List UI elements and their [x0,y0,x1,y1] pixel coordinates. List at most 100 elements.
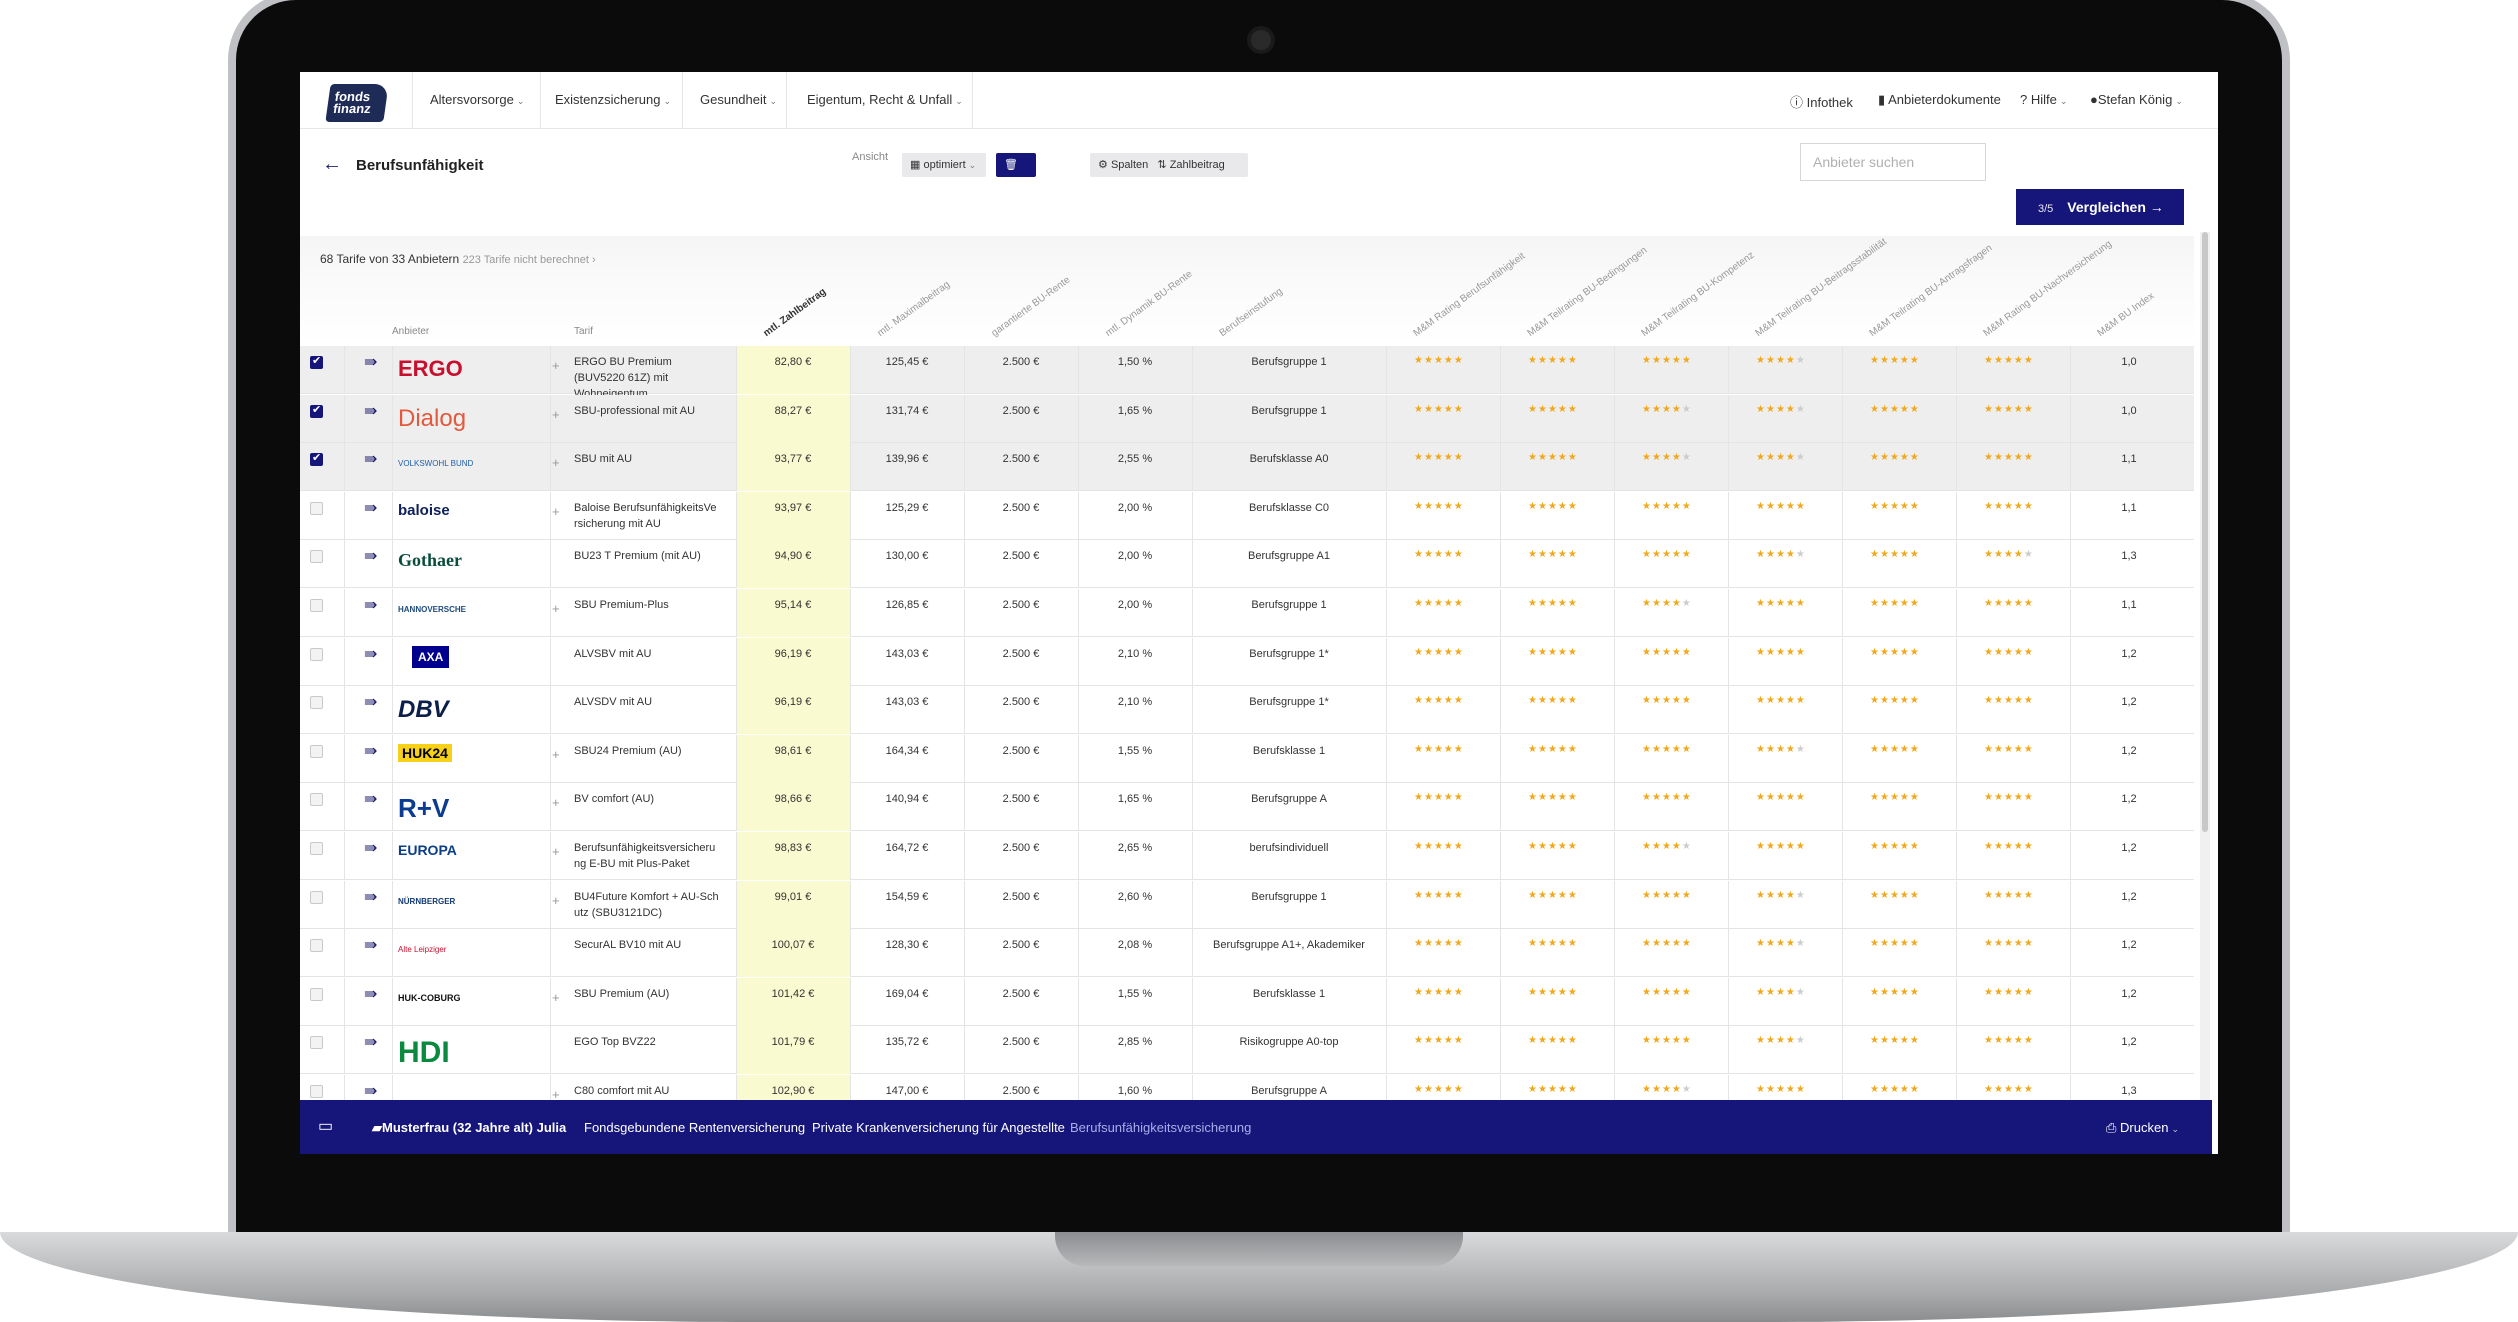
nav-gesundheit[interactable]: Gesundheit ⌄ [700,92,777,107]
table-row[interactable]: ⇛ AXA ALVSBV mit AU 96,19 € 143,03 € 2.500 € 2… [300,637,2194,686]
tarif-name[interactable]: Berufsunfähigkeitsversicheru ng E-BU mit… [574,840,724,872]
table-row[interactable]: ⇛ NÜRNBERGER + BU4Future Komfort + AU-Sch u… [300,880,2194,929]
nav-altersvorsorge[interactable]: Altersvorsorge ⌄ [430,92,524,107]
tarif-name[interactable]: SBU mit AU [574,451,724,467]
details-arrow-icon[interactable]: ⇛ [364,401,377,421]
tarif-name[interactable]: Baloise BerufsunfähigkeitsVe rsicherung … [574,500,724,532]
row-checkbox[interactable] [310,1085,323,1098]
table-row[interactable]: ⇛ Gothaer BU23 T Premium (mit AU) 94,90 € 13… [300,540,2194,589]
column-mm-bedingungen[interactable]: M&M Teilrating BU-Bedingungen [1526,245,1650,339]
nav-existenzsicherung[interactable]: Existenzsicherung ⌄ [555,92,671,107]
details-arrow-icon[interactable]: ⇛ [364,498,377,518]
column-tarif[interactable]: Tarif [574,326,593,337]
table-row[interactable]: ⇛ VOLKSWOHL BUND + SBU mit AU 93,77 € 139,96 … [300,443,2194,492]
compare-button[interactable]: 3/5 Vergleichen → [2016,189,2184,225]
column-berufseinstufung[interactable]: Berufseinstufung [1218,286,1285,339]
expand-plus-icon[interactable]: + [552,358,560,373]
briefcase-icon[interactable]: ▭ [318,1116,333,1136]
expand-plus-icon[interactable]: + [552,893,560,908]
infothek-link[interactable]: ⓘ Infothek [1790,92,1853,111]
row-checkbox[interactable] [310,501,323,515]
details-arrow-icon[interactable]: ⇛ [364,644,377,664]
table-row[interactable]: ⇛ baloise + Baloise BerufsunfähigkeitsVe rs… [300,491,2194,540]
anbieterdokumente-link[interactable]: ▮ Anbieterdokumente [1878,92,2001,108]
row-checkbox[interactable] [310,890,323,904]
expand-plus-icon[interactable]: + [552,990,560,1005]
table-row[interactable]: ⇛ Alte Leipziger SecurAL BV10 mit AU 100,07… [300,929,2194,978]
tarif-name[interactable]: BV comfort (AU) [574,791,724,807]
row-checkbox[interactable] [310,354,323,369]
back-arrow-icon[interactable]: ← [322,153,342,176]
table-row[interactable]: ⇛ Dialog + SBU-professional mit AU 88,27 € 13… [300,394,2194,443]
details-arrow-icon[interactable]: ⇛ [364,352,377,372]
expand-plus-icon[interactable]: + [552,504,560,519]
fonds-finanz-logo[interactable]: fonds finanz [325,84,389,122]
scrollbar-thumb[interactable] [2202,232,2208,832]
spalten-button[interactable]: ⚙ Spalten [1098,159,1148,171]
table-row[interactable]: ⇛ HDI EGO Top BVZ22 101,79 € 135,72 € 2.500 €… [300,1026,2194,1075]
row-checkbox[interactable] [310,744,323,758]
anbieter-search-input[interactable]: Anbieter suchen [1800,143,1986,181]
details-arrow-icon[interactable]: ⇛ [364,741,377,761]
column-anbieter[interactable]: Anbieter [392,326,429,337]
product-tab-active[interactable]: Berufsunfähigkeitsversicherung [1070,1120,1251,1135]
tarif-name[interactable]: SBU Premium (AU) [574,986,724,1002]
tarif-name[interactable]: C80 comfort mit AU [574,1083,724,1099]
tarif-name[interactable]: ALVSBV mit AU [574,646,724,662]
column-mm-antragsfragen[interactable]: M&M Teilrating BU-Antragsfragen [1868,243,1995,339]
tarif-name[interactable]: SBU Premium-Plus [574,597,724,613]
table-row[interactable]: ⇛ HANNOVERSCHE + SBU Premium-Plus 95,14 € 126… [300,589,2194,637]
expand-plus-icon[interactable]: + [552,795,560,810]
table-row[interactable]: ⇛ R+V + BV comfort (AU) 98,66 € 140,94 € 2.500… [300,783,2194,832]
expand-plus-icon[interactable]: + [552,455,560,470]
column-bu-index[interactable]: M&M BU Index [2096,291,2157,339]
details-arrow-icon[interactable]: ⇛ [364,1081,377,1101]
column-bu-rente[interactable]: garantierte BU-Rente [990,275,1073,339]
client-link[interactable]: ▰Musterfrau (32 Jahre alt) Julia [372,1120,566,1136]
row-checkbox[interactable] [310,696,323,710]
nav-eigentum[interactable]: Eigentum, Recht & Unfall ⌄ [807,92,963,107]
row-checkbox[interactable] [310,451,323,467]
row-checkbox[interactable] [310,599,323,612]
details-arrow-icon[interactable]: ⇛ [364,449,377,469]
expand-plus-icon[interactable]: + [552,601,560,616]
product-tab[interactable]: Private Krankenversicherung für Angestel… [812,1120,1065,1135]
row-checkbox[interactable] [310,1036,323,1050]
column-mm-nachversicherung[interactable]: M&M Rating BU-Nachversicherung [1982,239,2114,339]
table-row[interactable]: ⇛ HUK-COBURG + SBU Premium (AU) 101,42 € 169,… [300,977,2194,1026]
details-arrow-icon[interactable]: ⇛ [364,595,377,615]
column-mm-beitragsstabilitaet[interactable]: M&M Teilrating BU-Beitragsstabilität [1754,236,1889,339]
tarif-name[interactable]: SBU-professional mit AU [574,403,724,419]
delete-menu-button[interactable]: 🗑⌄ [996,153,1036,194]
details-arrow-icon[interactable]: ⇛ [364,692,377,712]
table-row[interactable]: ⇛ DBV ALVSDV mit AU 96,19 € 143,03 € 2.500 € 2… [300,686,2194,735]
tarif-name[interactable]: EGO Top BVZ22 [574,1034,724,1050]
column-mm-rating[interactable]: M&M Rating Berufsunfähigkeit [1412,251,1528,339]
user-menu[interactable]: ●Stefan König ⌄ [2090,92,2183,107]
expand-plus-icon[interactable]: + [552,747,560,762]
expand-plus-icon[interactable]: + [552,844,560,859]
details-arrow-icon[interactable]: ⇛ [364,1032,377,1052]
not-calculated-link[interactable]: 223 Tarife nicht berechnet › [463,254,596,266]
column-maximalbeitrag[interactable]: mtl. Maximalbeitrag [876,279,953,339]
tarif-name[interactable]: SBU24 Premium (AU) [574,743,724,759]
sort-zahlbeitrag-button[interactable]: ⇅ Zahlbeitrag [1157,159,1224,171]
row-checkbox[interactable] [310,403,323,418]
row-checkbox[interactable] [310,987,323,1001]
details-arrow-icon[interactable]: ⇛ [364,546,377,566]
view-select[interactable]: ▦ optimiert ⌄ [902,153,986,177]
print-button[interactable]: ⎙ Drucken ⌄ [2106,1120,2179,1136]
tarif-name[interactable]: BU23 T Premium (mit AU) [574,548,724,564]
details-arrow-icon[interactable]: ⇛ [364,887,377,907]
row-checkbox[interactable] [310,550,323,564]
tarif-name[interactable]: BU4Future Komfort + AU-Sch utz (SBU3121D… [574,889,724,921]
table-row[interactable]: ⇛ HUK24 + SBU24 Premium (AU) 98,61 € 164,34 €… [300,734,2194,783]
column-dynamik[interactable]: mtl. Dynamik BU-Rente [1104,269,1195,339]
column-zahlbeitrag[interactable]: mtl. Zahlbeitrag [762,286,829,339]
row-checkbox[interactable] [310,793,323,807]
details-arrow-icon[interactable]: ⇛ [364,789,377,809]
expand-plus-icon[interactable]: + [552,407,560,422]
row-checkbox[interactable] [310,842,323,855]
hilfe-menu[interactable]: ? Hilfe ⌄ [2020,92,2067,107]
column-mm-kompetenz[interactable]: M&M Teilrating BU-Kompetenz [1640,250,1757,339]
